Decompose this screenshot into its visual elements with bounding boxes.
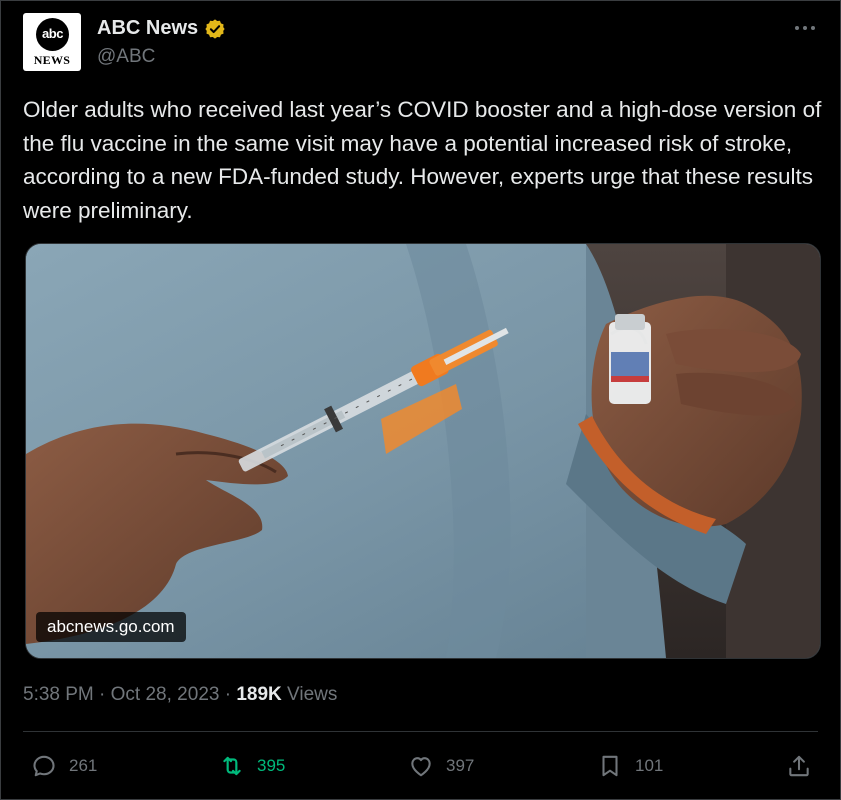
reply-count: 261 [69,756,98,775]
tweet-date[interactable]: Oct 28, 2023 [111,684,220,705]
meta-separator: · [99,684,106,705]
reply-button[interactable]: 261 [31,753,97,779]
views-label: Views [287,684,338,705]
tweet-card: abc NEWS ABC News @ABC Older adults who … [0,0,841,800]
author-handle[interactable]: @ABC [97,46,155,68]
avatar-logo-word: NEWS [33,53,71,67]
retweet-icon [223,756,241,776]
author-name-row: ABC News [97,17,226,40]
retweet-button[interactable]: 395 [219,753,285,779]
avatar[interactable]: abc NEWS [23,13,81,71]
verified-badge-icon [205,18,225,39]
views-count: 189K [236,684,282,705]
like-count: 397 [446,756,475,775]
bookmark-button[interactable]: 101 [597,753,663,779]
media-source-badge[interactable]: abcnews.go.com [36,612,186,642]
bookmark-count: 101 [635,756,664,775]
tweet-meta: 5:38 PM · Oct 28, 2023 · 189K Views [23,684,337,706]
heart-icon [411,757,431,777]
divider [23,731,818,732]
avatar-logo-mark: abc [36,18,69,51]
like-button[interactable]: 397 [408,753,474,779]
vaccine-photo [26,244,820,658]
retweet-count: 395 [257,756,286,775]
meta-separator: · [224,684,232,705]
share-icon [789,755,809,777]
tweet-time[interactable]: 5:38 PM [23,684,94,705]
tweet-media-image[interactable] [25,243,821,659]
more-icon[interactable] [791,18,819,38]
share-button[interactable] [786,753,812,779]
tweet-text: Older adults who received last year’s CO… [23,97,822,223]
bookmark-icon [602,755,618,777]
author-display-name[interactable]: ABC News [97,17,198,40]
reply-icon [33,755,55,777]
